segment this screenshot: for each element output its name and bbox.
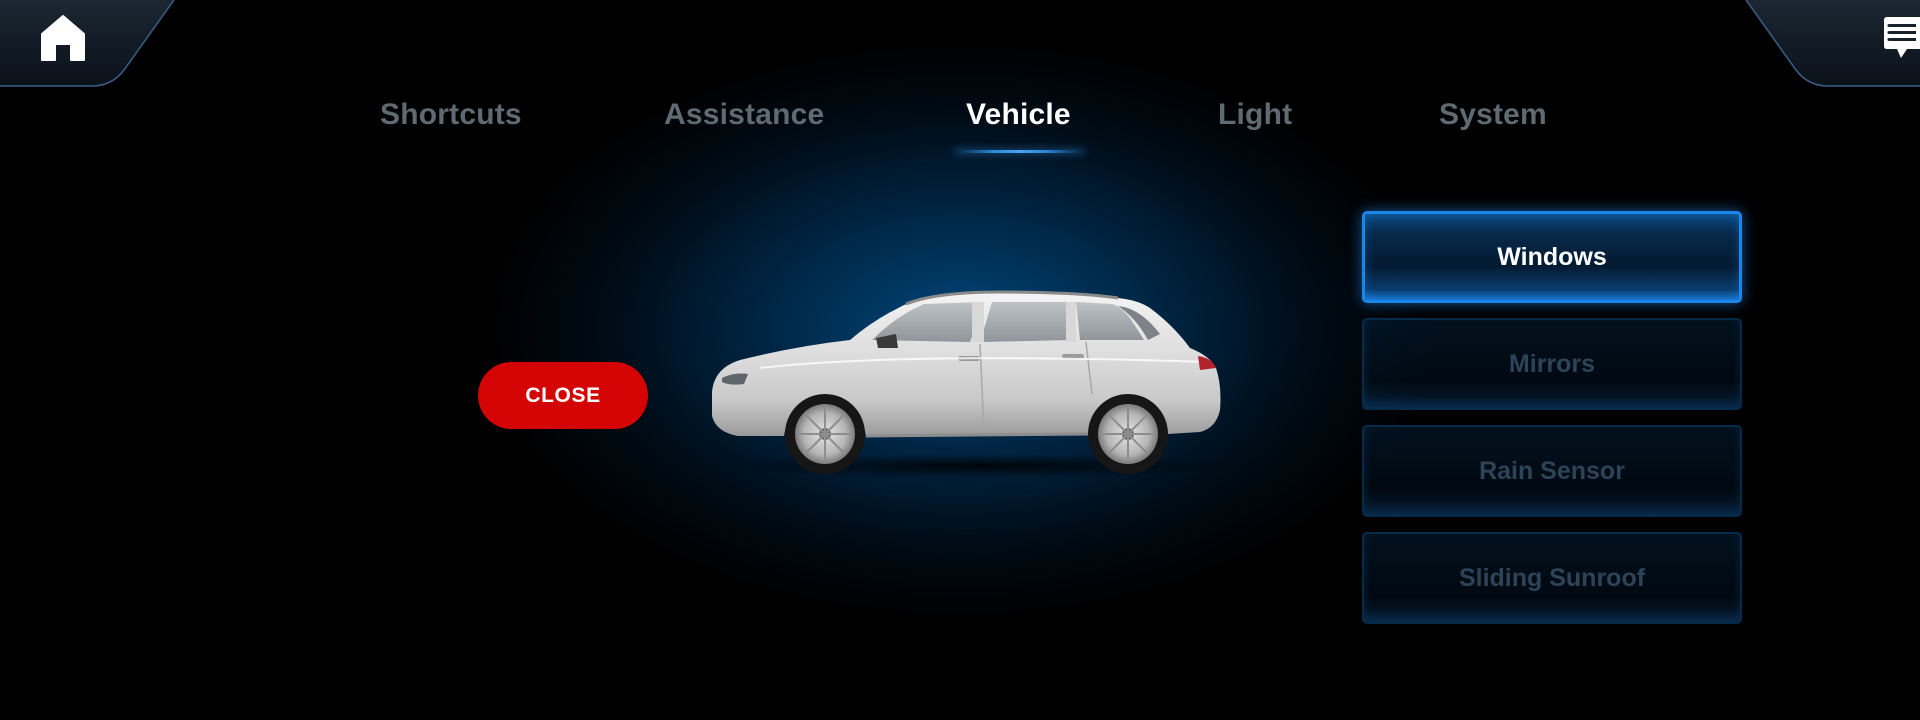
home-corner-frame: [0, 0, 175, 87]
close-button[interactable]: CLOSE: [478, 362, 648, 429]
vehicle-image: [710, 290, 1250, 478]
active-tab-indicator: [954, 150, 1085, 153]
option-windows-button[interactable]: Windows: [1362, 211, 1742, 303]
option-rain-sensor-button[interactable]: Rain Sensor: [1362, 425, 1742, 517]
tab-assistance[interactable]: Assistance: [664, 98, 824, 132]
option-mirrors-button[interactable]: Mirrors: [1362, 318, 1742, 410]
category-tabs: Shortcuts Assistance Vehicle Light Syste…: [0, 98, 1920, 158]
messages-button[interactable]: [1740, 0, 1920, 88]
tab-vehicle[interactable]: Vehicle: [966, 98, 1071, 132]
tab-system[interactable]: System: [1439, 98, 1547, 132]
tab-light[interactable]: Light: [1218, 98, 1292, 132]
home-button[interactable]: [0, 0, 180, 88]
vehicle-settings-screen: Shortcuts Assistance Vehicle Light Syste…: [0, 0, 1920, 720]
tab-shortcuts[interactable]: Shortcuts: [380, 98, 522, 132]
option-sliding-sunroof-button[interactable]: Sliding Sunroof: [1362, 532, 1742, 624]
